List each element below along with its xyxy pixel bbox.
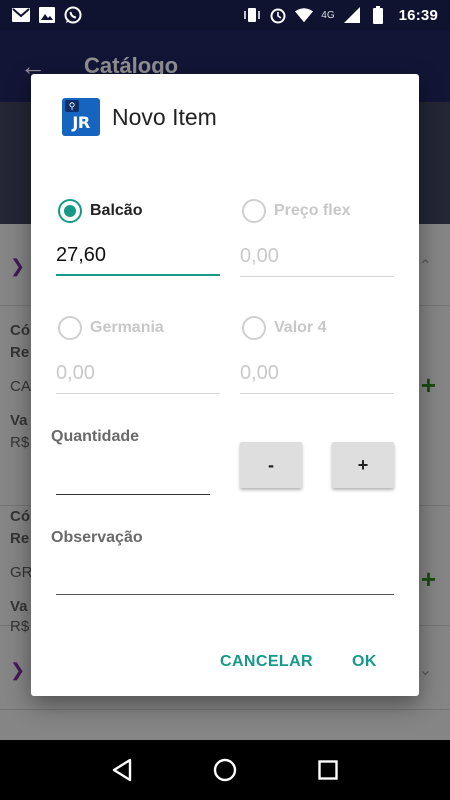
dialog-header: ⚲ JR Novo Item	[62, 98, 217, 136]
wifi-icon	[295, 6, 314, 24]
radio-germania[interactable]: Germania	[58, 316, 164, 340]
alarm-icon	[269, 6, 287, 24]
image-icon	[38, 6, 56, 24]
preco-flex-price-input[interactable]: 0,00	[240, 241, 394, 277]
balcao-price-input[interactable]: 27,60	[56, 240, 220, 276]
germania-price-input[interactable]: 0,00	[56, 358, 220, 394]
status-bar: 4G 16:39	[0, 0, 450, 30]
ok-button[interactable]: OK	[352, 653, 377, 671]
app-logo: ⚲ JR	[62, 98, 100, 136]
quantity-label: Quantidade	[51, 428, 140, 445]
back-triangle-icon[interactable]	[108, 756, 136, 784]
recents-square-icon[interactable]	[314, 756, 342, 784]
radio-button[interactable]	[242, 199, 266, 223]
quantity-input[interactable]	[56, 494, 210, 495]
signal-icon	[343, 6, 361, 24]
gmail-icon	[12, 6, 30, 24]
radio-label: Preço flex	[274, 202, 351, 219]
observation-input[interactable]	[56, 594, 394, 595]
radio-label: Germania	[90, 319, 164, 336]
vibrate-icon	[243, 6, 261, 24]
radio-button-checked[interactable]	[58, 199, 82, 223]
increment-button[interactable]: +	[332, 442, 394, 488]
observation-label: Observação	[51, 529, 143, 546]
new-item-dialog: ⚲ JR Novo Item Balcão 27,60 Preço flex 0…	[31, 74, 419, 696]
network-type: 4G	[321, 9, 335, 21]
dialog-title: Novo Item	[112, 103, 217, 130]
navigation-bar	[0, 740, 450, 800]
cart-icon: ⚲	[65, 100, 79, 112]
radio-label: Balcão	[90, 202, 143, 219]
radio-button[interactable]	[58, 316, 82, 340]
whatsapp-icon	[64, 6, 82, 24]
radio-button[interactable]	[242, 316, 266, 340]
decrement-button[interactable]: -	[240, 442, 302, 488]
battery-icon	[369, 6, 387, 24]
radio-valor-4[interactable]: Valor 4	[242, 316, 326, 340]
valor-4-price-input[interactable]: 0,00	[240, 358, 394, 394]
radio-label: Valor 4	[274, 319, 327, 336]
status-time: 16:39	[398, 6, 438, 24]
home-circle-icon[interactable]	[211, 756, 239, 784]
cancel-button[interactable]: CANCELAR	[220, 653, 313, 671]
radio-preco-flex[interactable]: Preço flex	[242, 199, 350, 223]
radio-balcao[interactable]: Balcão	[58, 199, 142, 223]
logo-text: JR	[72, 113, 90, 132]
